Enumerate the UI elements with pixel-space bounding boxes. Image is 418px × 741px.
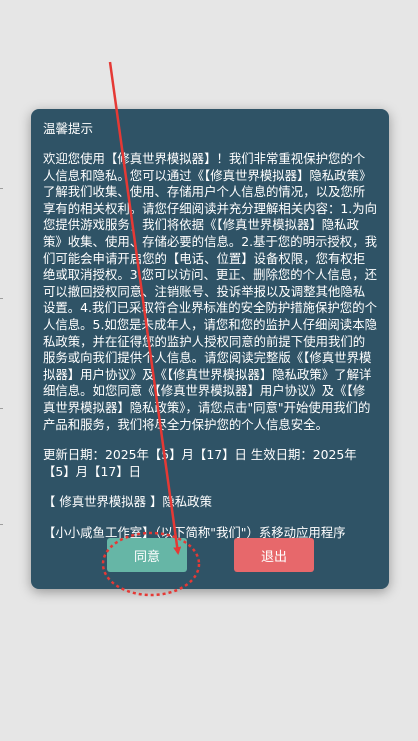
privacy-dialog: 温馨提示 欢迎您使用【修真世界模拟器】！我们非常重视保护您的个人信息和隐私。您可… [31, 109, 389, 589]
policy-heading: 【 修真世界模拟器 】隐私政策 [43, 494, 212, 510]
edge-mark [0, 188, 3, 189]
policy-intro: 【小小咸鱼工作室】（以下简称"我们"）系移动应用程序 [43, 524, 346, 540]
policy-dates: 更新日期：2025年【5】月【17】日 生效日期：2025年【5】月【17】日 [43, 447, 357, 479]
edge-mark [0, 408, 3, 409]
dialog-scroll-content[interactable]: 欢迎您使用【修真世界模拟器】！我们非常重视保护您的个人信息和隐私。您可以通过《【… [43, 151, 377, 541]
agree-button[interactable]: 同意 [107, 538, 187, 572]
exit-button[interactable]: 退出 [234, 538, 314, 572]
edge-mark [0, 298, 3, 299]
dialog-title: 温馨提示 [43, 121, 94, 136]
privacy-notice-text: 欢迎您使用【修真世界模拟器】！我们非常重视保护您的个人信息和隐私。您可以通过《【… [43, 151, 377, 432]
edge-mark [0, 524, 3, 525]
